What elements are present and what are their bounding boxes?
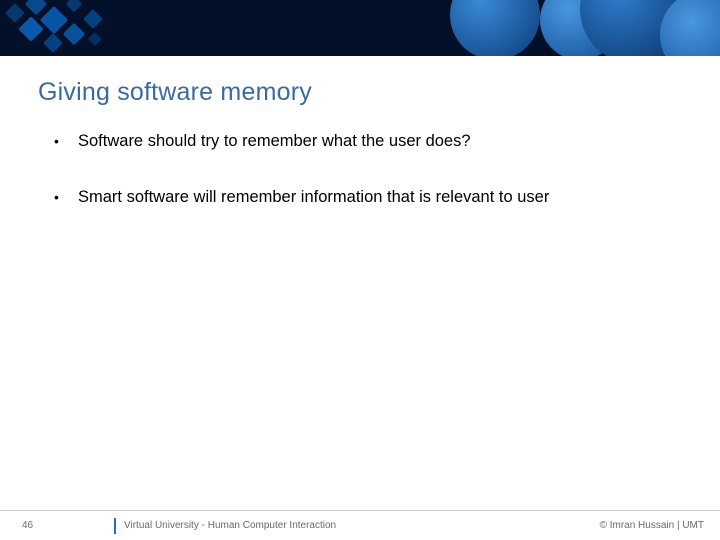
footer: 46 Virtual University - Human Computer I… — [0, 510, 720, 540]
bullet-icon: • — [54, 130, 66, 152]
footer-divider — [0, 510, 720, 511]
slide-title: Giving software memory — [38, 78, 312, 107]
slide: Giving software memory • Software should… — [0, 0, 720, 540]
footer-center-text: Virtual University - Human Computer Inte… — [124, 520, 336, 531]
bullet-icon: • — [54, 186, 66, 208]
list-item: • Software should try to remember what t… — [54, 130, 674, 152]
bullet-text: Software should try to remember what the… — [66, 130, 471, 152]
footer-right-text: © Imran Hussain | UMT — [600, 520, 704, 531]
bullet-list: • Software should try to remember what t… — [54, 130, 674, 242]
bullet-text: Smart software will remember information… — [66, 186, 549, 208]
page-number: 46 — [22, 520, 33, 531]
banner — [0, 0, 720, 56]
list-item: • Smart software will remember informati… — [54, 186, 674, 208]
footer-accent-bar — [114, 518, 116, 534]
